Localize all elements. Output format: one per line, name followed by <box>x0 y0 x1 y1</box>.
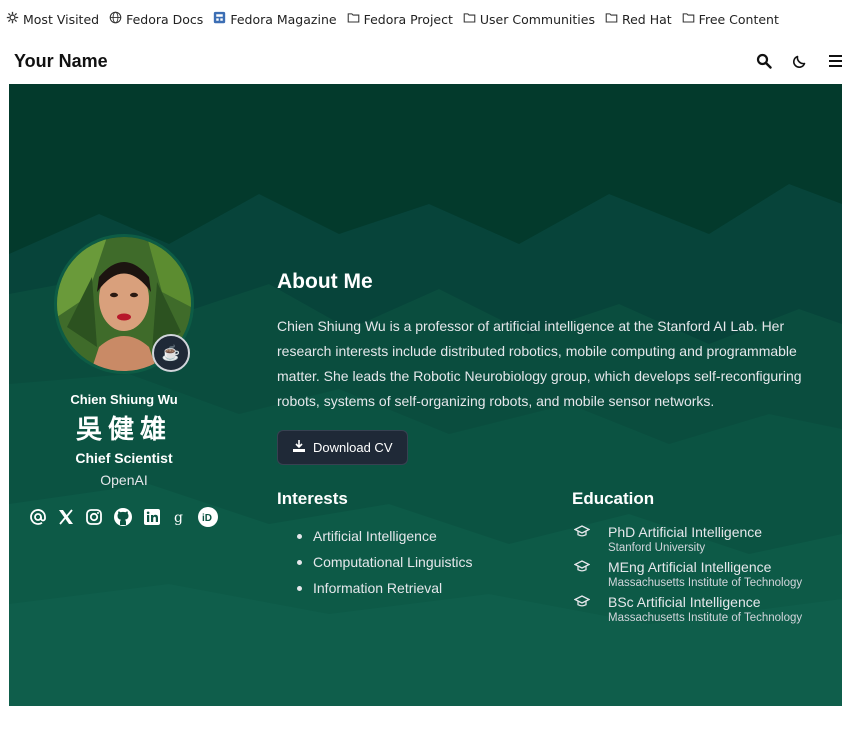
bookmark-label: Red Hat <box>621 11 672 27</box>
interests-heading: Interests <box>277 489 348 508</box>
graduation-cap-icon <box>572 558 592 591</box>
bookmark-label: Most Visited <box>23 11 100 27</box>
download-cv-label: Download CV <box>313 440 393 455</box>
bookmark-label: User Communities <box>479 11 595 27</box>
site-brand[interactable]: Your Name <box>14 51 108 72</box>
hero-section: ☕ Chien Shiung Wu 吳健雄 Chief Scientist Op… <box>9 84 842 706</box>
email-icon[interactable] <box>29 508 47 526</box>
google-scholar-icon[interactable]: g <box>171 508 187 526</box>
education-item: BSc Artificial Intelligence Massachusetts… <box>572 593 802 626</box>
list-item: Computational Linguistics <box>297 549 572 575</box>
magazine-icon <box>213 11 226 27</box>
graduation-cap-icon <box>572 593 592 626</box>
bookmark-red-hat[interactable]: Red Hat <box>605 11 672 27</box>
interests-section: Interests Artificial Intelligence Comput… <box>277 489 572 628</box>
education-item: MEng Artificial Intelligence Massachusett… <box>572 558 802 591</box>
bookmark-user-communities[interactable]: User Communities <box>463 11 595 27</box>
social-links: g iD <box>9 506 239 528</box>
about-bio: Chien Shiung Wu is a professor of artifi… <box>277 318 802 409</box>
profile-role: Chief Scientist <box>75 450 173 466</box>
download-icon <box>292 439 306 456</box>
linkedin-icon[interactable] <box>143 508 161 526</box>
search-icon[interactable] <box>756 53 772 69</box>
page-bottom-margin <box>0 706 842 733</box>
menu-icon[interactable] <box>828 53 842 69</box>
instagram-icon[interactable] <box>85 508 103 526</box>
bookmark-most-visited[interactable]: Most Visited <box>6 11 99 27</box>
institution: Stanford University <box>608 542 706 554</box>
bookmarks-toolbar: Most Visited Fedora Docs Fedora Magazine… <box>0 0 842 38</box>
gear-icon <box>6 11 19 27</box>
interests-list: Artificial Intelligence Computational Li… <box>277 523 572 601</box>
download-cv-button[interactable]: Download CV <box>277 430 408 465</box>
bookmark-label: Fedora Magazine <box>230 11 337 27</box>
navbar-actions <box>756 53 842 69</box>
folder-icon <box>347 11 360 27</box>
institution: Massachusetts Institute of Technology <box>608 577 803 589</box>
institution: Massachusetts Institute of Technology <box>608 612 803 624</box>
about-heading: About Me <box>277 270 373 293</box>
profile-name: Chien Shiung Wu <box>70 392 178 407</box>
folder-icon <box>682 11 695 27</box>
bookmark-label: Fedora Docs <box>126 11 204 27</box>
bookmark-fedora-magazine[interactable]: Fedora Magazine <box>213 11 337 27</box>
github-icon[interactable] <box>113 507 133 527</box>
list-item: Information Retrieval <box>297 575 572 601</box>
x-twitter-icon[interactable] <box>57 508 75 526</box>
folder-icon <box>463 11 476 27</box>
education-section: Education PhD Artificial Intelligence Sta… <box>572 489 802 628</box>
moon-icon[interactable] <box>792 53 808 69</box>
graduation-cap-icon <box>572 523 592 556</box>
svg-text:iD: iD <box>202 513 212 524</box>
degree: PhD Artificial Intelligence <box>608 524 763 540</box>
bookmark-free-content[interactable]: Free Content <box>682 11 779 27</box>
bookmark-label: Free Content <box>698 11 779 27</box>
profile-card: ☕ Chien Shiung Wu 吳健雄 Chief Scientist Op… <box>9 234 239 528</box>
bookmark-fedora-docs[interactable]: Fedora Docs <box>109 11 203 27</box>
details-columns: Interests Artificial Intelligence Comput… <box>277 489 842 628</box>
svg-text:g: g <box>174 510 183 526</box>
profile-organization[interactable]: OpenAI <box>9 472 239 488</box>
status-emoji-badge: ☕ <box>152 334 190 372</box>
orcid-icon[interactable]: iD <box>197 506 219 528</box>
degree: BSc Artificial Intelligence <box>608 594 761 610</box>
education-item: PhD Artificial Intelligence Stanford Univ… <box>572 523 802 556</box>
globe-icon <box>109 11 122 27</box>
avatar-container: ☕ <box>54 234 194 374</box>
profile-name-cjk: 吳健雄 <box>75 415 172 445</box>
folder-icon <box>605 11 618 27</box>
site-navbar: Your Name <box>0 38 842 84</box>
about-section: About Me Chien Shiung Wu is a professor … <box>277 270 842 628</box>
bookmark-label: Fedora Project <box>363 11 453 27</box>
degree: MEng Artificial Intelligence <box>608 559 772 575</box>
education-heading: Education <box>572 489 655 508</box>
list-item: Artificial Intelligence <box>297 523 572 549</box>
bookmark-fedora-project[interactable]: Fedora Project <box>347 11 453 27</box>
